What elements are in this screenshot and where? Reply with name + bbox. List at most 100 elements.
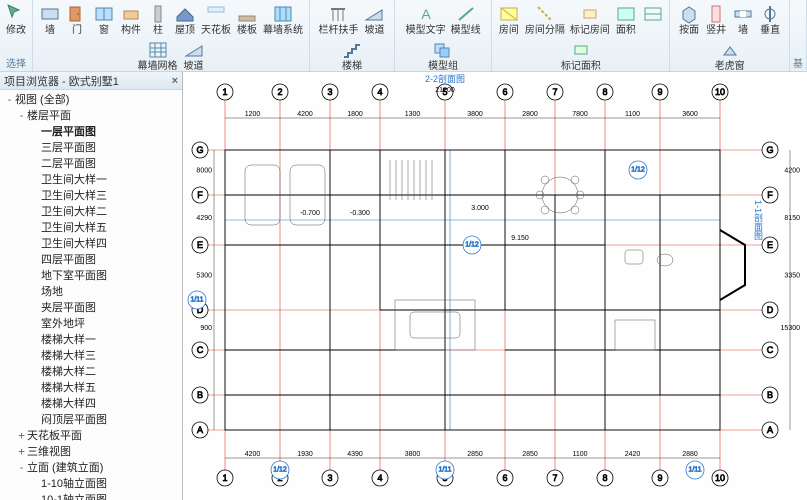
sel-button[interactable]: 修改 — [3, 2, 29, 37]
rtag-button[interactable]: 标记房间 — [568, 2, 612, 37]
floor-plan-svg: 1122334455667788991010GGFFEEDDCCBBAA1200… — [183, 72, 807, 500]
stair-button[interactable]: 楼梯 — [339, 38, 365, 73]
svg-text:10: 10 — [715, 87, 725, 97]
svg-text:4290: 4290 — [196, 215, 212, 222]
tree-node[interactable]: 卫生间大样三 — [0, 188, 182, 204]
roof-button[interactable]: 屋顶 — [172, 2, 198, 37]
tree-node[interactable]: 楼梯大样五 — [0, 380, 182, 396]
svg-text:2420: 2420 — [625, 451, 641, 458]
tree-node[interactable]: 四层平面图 — [0, 252, 182, 268]
window-button[interactable]: 窗 — [91, 2, 117, 37]
svg-text:6: 6 — [502, 87, 507, 97]
tree-node[interactable]: 一层平面图 — [0, 124, 182, 140]
area2-button[interactable] — [640, 2, 666, 37]
curtain-button[interactable]: 幕墙系统 — [261, 2, 305, 37]
stair-icon — [341, 39, 363, 61]
door-button[interactable]: 门 — [64, 2, 90, 37]
svg-text:G: G — [766, 145, 773, 155]
tree-node[interactable]: 夹层平面图 — [0, 300, 182, 316]
sel-icon — [5, 3, 27, 25]
component-button[interactable]: 构件 — [118, 2, 144, 37]
rail-button[interactable]: 栏杆扶手 — [316, 2, 360, 37]
ribbon-group: 基 — [790, 0, 807, 71]
face-button[interactable]: 按面 — [676, 2, 702, 37]
tree-node[interactable]: 楼梯大样一 — [0, 332, 182, 348]
mullion-button[interactable]: 幕墙网格 — [136, 38, 180, 73]
tree-node[interactable]: 10-1轴立面图 — [0, 492, 182, 500]
tree-node[interactable]: 卫生间大样四 — [0, 236, 182, 252]
room-icon — [498, 3, 520, 25]
area2-icon — [642, 3, 664, 25]
svg-text:3.000: 3.000 — [471, 205, 489, 212]
tree-node[interactable]: 场地 — [0, 284, 182, 300]
ramp2-icon — [363, 3, 385, 25]
svg-text:3: 3 — [327, 87, 332, 97]
tree-node[interactable]: 楼梯大样三 — [0, 348, 182, 364]
atag-button[interactable]: 标记面积 — [559, 38, 603, 73]
tree-node[interactable]: 闷顶层平面图 — [0, 412, 182, 428]
mgroup-button[interactable]: 模型组 — [426, 38, 460, 73]
column-button[interactable]: 柱 — [145, 2, 171, 37]
mline-icon — [455, 3, 477, 25]
tree-node[interactable]: -立面 (建筑立面) — [0, 460, 182, 476]
tree-node[interactable]: 1-10轴立面图 — [0, 476, 182, 492]
ribbon-toolbar: 修改选择墙门窗构件柱屋顶天花板楼板幕墙系统幕墙网格坡道构建栏杆扶手坡道楼梯楼梯坡… — [0, 0, 807, 72]
tree-node[interactable]: 楼梯大样四 — [0, 396, 182, 412]
tree-node[interactable]: 卫生间大样二 — [0, 204, 182, 220]
area-icon — [615, 3, 637, 25]
tree-node[interactable]: +天花板平面 — [0, 428, 182, 444]
svg-text:A: A — [421, 6, 431, 22]
floor-icon — [236, 3, 258, 25]
svg-text:F: F — [767, 190, 773, 200]
project-tree: -视图 (全部) -楼层平面一层平面图三层平面图二层平面图卫生间大样一卫生间大样… — [0, 90, 182, 500]
svg-text:3600: 3600 — [682, 111, 698, 118]
svg-text:4200: 4200 — [245, 451, 261, 458]
door-icon — [66, 3, 88, 25]
dormer-button[interactable]: 老虎窗 — [713, 38, 747, 73]
svg-text:9: 9 — [657, 473, 662, 483]
rsep-button[interactable]: 房间分隔 — [523, 2, 567, 37]
svg-text:21200: 21200 — [435, 87, 455, 94]
tree-node[interactable]: 室外地坪 — [0, 316, 182, 332]
window-icon — [93, 3, 115, 25]
shaft-button[interactable]: 竖井 — [703, 2, 729, 37]
tree-node[interactable]: 二层平面图 — [0, 156, 182, 172]
svg-text:4200: 4200 — [297, 111, 313, 118]
wall-button[interactable]: 墙 — [37, 2, 63, 37]
mtext-button[interactable]: A模型文字 — [404, 2, 448, 37]
tree-node[interactable]: 卫生间大样一 — [0, 172, 182, 188]
svg-text:1300: 1300 — [405, 111, 421, 118]
owall-button[interactable]: 墙 — [730, 2, 756, 37]
room-button[interactable]: 房间 — [496, 2, 522, 37]
tree-node[interactable]: 三层平面图 — [0, 140, 182, 156]
tree-node[interactable]: +三维视图 — [0, 444, 182, 460]
svg-text:4200: 4200 — [784, 168, 800, 175]
browser-header: 项目浏览器 - 欧式别墅1 × — [0, 72, 182, 90]
close-icon[interactable]: × — [172, 75, 178, 87]
svg-text:7800: 7800 — [572, 111, 588, 118]
svg-text:2: 2 — [277, 87, 282, 97]
tree-node[interactable]: 地下室平面图 — [0, 268, 182, 284]
tree-node[interactable]: -楼层平面 — [0, 108, 182, 124]
vert-button[interactable]: 垂直 — [757, 2, 783, 37]
svg-text:900: 900 — [200, 325, 212, 332]
component-icon — [120, 3, 142, 25]
svg-text:5300: 5300 — [196, 273, 212, 280]
curtain-icon — [272, 3, 294, 25]
group-label: 基 — [793, 54, 803, 71]
svg-text:8150: 8150 — [784, 215, 800, 222]
svg-text:-0.300: -0.300 — [350, 210, 370, 217]
area-button[interactable]: 面积 — [613, 2, 639, 37]
owall-icon — [732, 3, 754, 25]
tree-node[interactable]: 楼梯大样二 — [0, 364, 182, 380]
drawing-canvas[interactable]: 1122334455667788991010GGFFEEDDCCBBAA1200… — [183, 72, 807, 500]
mline-button[interactable]: 模型线 — [449, 2, 483, 37]
svg-text:8: 8 — [602, 473, 607, 483]
tree-root[interactable]: -视图 (全部) — [0, 92, 182, 108]
svg-text:1800: 1800 — [347, 111, 363, 118]
ramp2-button[interactable]: 坡道 — [361, 2, 387, 37]
ceiling-button[interactable]: 天花板 — [199, 2, 233, 37]
tree-node[interactable]: 卫生间大样五 — [0, 220, 182, 236]
ramp-button[interactable]: 坡道 — [181, 38, 207, 73]
floor-button[interactable]: 楼板 — [234, 2, 260, 37]
